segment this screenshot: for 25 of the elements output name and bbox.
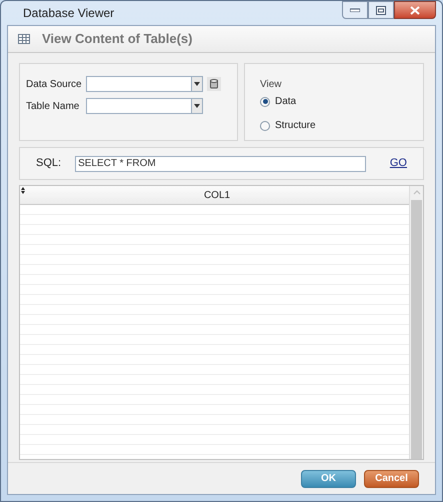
window-title: Database Viewer <box>23 5 114 22</box>
close-icon[interactable] <box>410 6 420 14</box>
view-label: View <box>260 78 282 92</box>
vertical-scrollbar[interactable] <box>409 186 423 459</box>
minimize-button[interactable] <box>342 1 368 19</box>
sql-label: SQL: <box>36 156 62 172</box>
close-button[interactable] <box>394 1 436 19</box>
database-icon[interactable] <box>207 77 221 91</box>
dropdown-icon[interactable] <box>191 99 202 113</box>
sql-field[interactable]: SELECT * FROM <box>75 156 366 172</box>
go-link[interactable]: GO <box>390 155 407 172</box>
minimize-icon[interactable] <box>350 8 360 12</box>
radio-button[interactable] <box>260 96 270 106</box>
dropdown-icon[interactable] <box>191 77 202 91</box>
radio-button[interactable] <box>260 120 270 130</box>
table-icon <box>18 34 30 44</box>
sort-icon[interactable] <box>21 187 25 194</box>
field-label: Table Name <box>26 100 80 114</box>
scrollbar-thumb[interactable] <box>411 200 422 459</box>
maximize-button[interactable] <box>368 1 394 19</box>
maximize-icon[interactable] <box>376 6 386 14</box>
radio-label: Data <box>275 95 296 109</box>
radio-label: Structure <box>275 119 316 133</box>
field-label: Data Source <box>26 78 83 92</box>
section-title: View Content of Table(s) <box>42 30 192 48</box>
